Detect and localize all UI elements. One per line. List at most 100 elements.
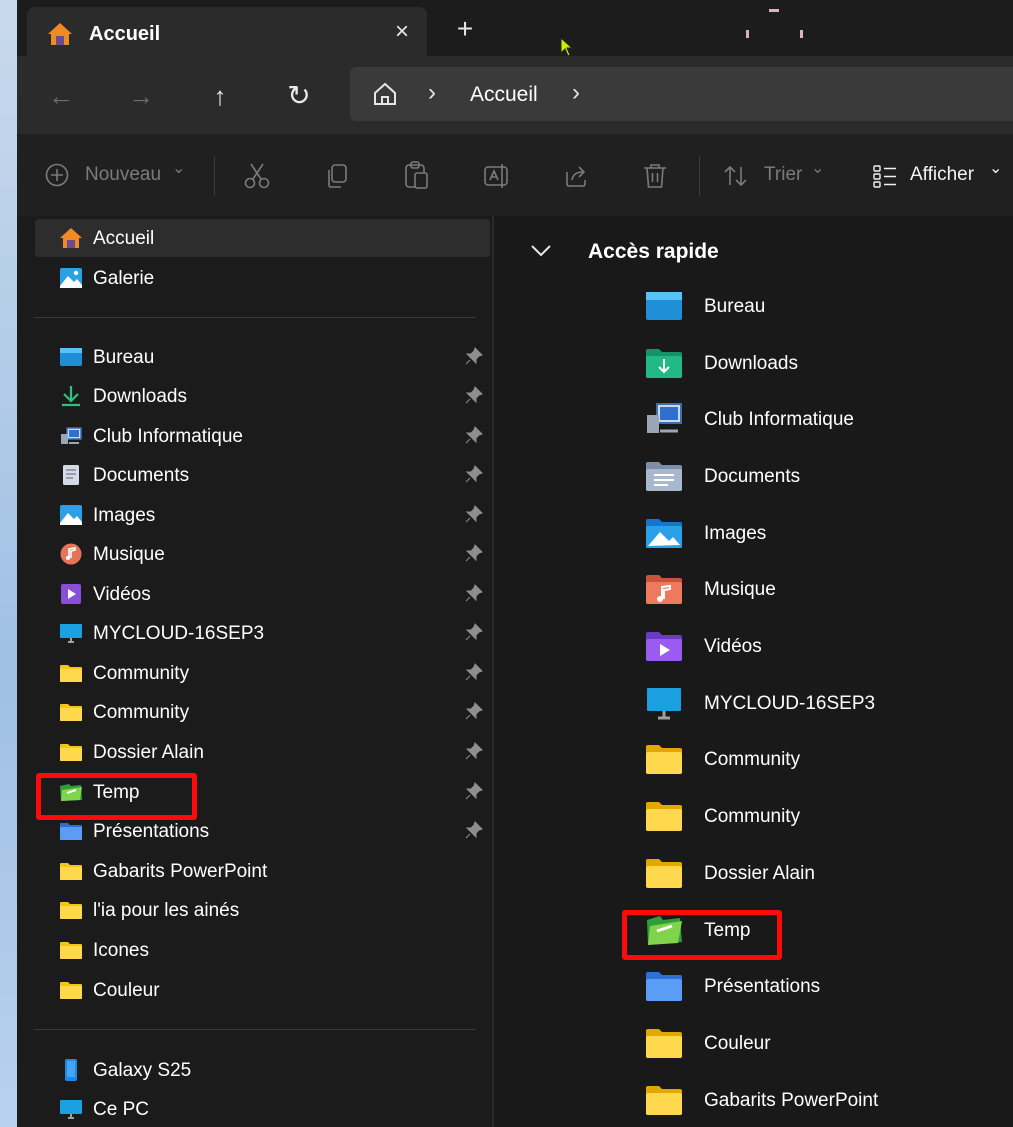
share-icon[interactable] (563, 162, 591, 190)
sidebar-item-ia-pour-les-aines[interactable]: l'ia pour les ainés (35, 891, 490, 929)
file-explorer-window: Accueil × + ← → ↑ ↻ › Accueil › Nouveau … (17, 0, 1013, 1127)
breadcrumb-separator[interactable]: › (428, 79, 436, 107)
list-item-dossier-alain[interactable]: Dossier Alain (634, 847, 994, 899)
pin-icon[interactable] (465, 821, 483, 839)
paste-icon[interactable] (403, 160, 431, 190)
sidebar-item-club-informatique[interactable]: Club Informatique (35, 417, 490, 455)
sidebar-item-images[interactable]: Images (35, 496, 490, 534)
list-item-label: Community (704, 806, 801, 827)
music-folder-icon (646, 575, 682, 604)
quick-access-header[interactable]: Accès rapide (530, 234, 830, 270)
folder-icon (60, 744, 82, 761)
sidebar-item-label: Icones (93, 940, 149, 961)
sidebar-item-bureau[interactable]: Bureau (35, 338, 490, 376)
sidebar-separator (34, 1029, 476, 1030)
list-item-couleur[interactable]: Couleur (634, 1017, 994, 1069)
highlight-box-main-temp (622, 910, 782, 960)
list-item-images[interactable]: Images (634, 507, 994, 559)
back-button[interactable]: ← (41, 76, 81, 116)
sidebar-item-dossier-alain[interactable]: Dossier Alain (35, 733, 490, 771)
forward-button[interactable]: → (121, 76, 161, 116)
address-bar[interactable]: › Accueil › (350, 67, 1013, 121)
pin-icon[interactable] (465, 426, 483, 444)
sidebar-item-gabarits-powerpoint[interactable]: Gabarits PowerPoint (35, 852, 490, 890)
desktop-folder-icon (646, 292, 682, 320)
sidebar-item-community[interactable]: Community (35, 654, 490, 692)
sidebar-item-downloads[interactable]: Downloads (35, 377, 490, 415)
list-item-presentations[interactable]: Présentations (634, 960, 994, 1012)
pin-icon[interactable] (465, 465, 483, 483)
sidebar-item-label: Gabarits PowerPoint (93, 861, 268, 882)
sidebar-item-galerie[interactable]: Galerie (35, 259, 490, 297)
sidebar-item-label: Musique (93, 544, 165, 565)
pin-icon[interactable] (465, 623, 483, 641)
sidebar-item-label: Galaxy S25 (93, 1060, 192, 1081)
network-computer-icon (61, 427, 82, 444)
videos-icon (61, 584, 81, 604)
list-item-gabarits-powerpoint[interactable]: Gabarits PowerPoint (634, 1074, 994, 1126)
new-tab-button[interactable]: + (445, 12, 485, 46)
breadcrumb-separator-end[interactable]: › (572, 79, 580, 107)
copy-icon[interactable] (323, 162, 351, 190)
network-computer-icon (647, 403, 682, 433)
download-icon (62, 386, 80, 407)
list-item-downloads[interactable]: Downloads (634, 337, 994, 389)
sort-button[interactable]: Trier ⌄ (723, 158, 833, 192)
list-item-label: Vidéos (704, 636, 762, 657)
sidebar-item-icones[interactable]: Icones (35, 931, 490, 969)
documents-icon (63, 465, 79, 485)
list-item-label: Dossier Alain (704, 863, 815, 884)
pin-icon[interactable] (465, 505, 483, 523)
sidebar-item-label: Documents (93, 465, 190, 486)
up-button[interactable]: ↑ (200, 76, 240, 116)
pin-icon[interactable] (465, 782, 483, 800)
sidebar-item-community-2[interactable]: Community (35, 693, 490, 731)
sidebar-item-musique[interactable]: Musique (35, 535, 490, 573)
pin-icon[interactable] (465, 386, 483, 404)
sidebar-item-label: Images (93, 505, 156, 526)
tab-accueil[interactable]: Accueil × (27, 7, 427, 56)
pin-icon[interactable] (465, 347, 483, 365)
breadcrumb-accueil[interactable]: Accueil (470, 83, 538, 107)
list-item-musique[interactable]: Musique (634, 563, 994, 615)
pin-icon[interactable] (465, 663, 483, 681)
list-item-community[interactable]: Community (634, 733, 994, 785)
sidebar-item-videos[interactable]: Vidéos (35, 575, 490, 613)
list-item-videos[interactable]: Vidéos (634, 620, 994, 672)
cut-icon[interactable] (243, 162, 271, 190)
list-item-label: Downloads (704, 353, 798, 374)
list-item-mycloud[interactable]: MYCLOUD-16SEP3 (634, 677, 994, 729)
navigation-pane: Accueil Galerie Bureau Downloads Club In… (17, 216, 492, 1127)
rename-icon[interactable] (483, 162, 511, 190)
pin-icon[interactable] (465, 544, 483, 562)
chevron-down-icon: ⌄ (989, 160, 1003, 177)
list-item-bureau[interactable]: Bureau (634, 280, 994, 332)
phone-icon (65, 1059, 77, 1081)
mouse-cursor-icon (560, 37, 574, 57)
pin-icon[interactable] (465, 702, 483, 720)
music-icon (60, 543, 82, 565)
sidebar-item-galaxy-s25[interactable]: Galaxy S25 (35, 1051, 490, 1089)
sidebar-item-documents[interactable]: Documents (35, 456, 490, 494)
list-item-label: Club Informatique (704, 409, 854, 430)
sidebar-item-mycloud[interactable]: MYCLOUD-16SEP3 (35, 614, 490, 652)
folder-icon (60, 665, 82, 682)
pin-icon[interactable] (465, 584, 483, 602)
blue-folder-icon (60, 823, 82, 840)
sidebar-item-accueil[interactable]: Accueil (35, 219, 490, 257)
list-item-documents[interactable]: Documents (634, 450, 994, 502)
close-tab-button[interactable]: × (387, 17, 417, 47)
sidebar-item-couleur[interactable]: Couleur (35, 971, 490, 1009)
sidebar-item-ce-pc[interactable]: Ce PC (35, 1090, 490, 1127)
sidebar-item-label: Ce PC (93, 1099, 149, 1120)
delete-icon[interactable] (641, 162, 669, 190)
navigation-bar: ← → ↑ ↻ › Accueil › (17, 56, 1013, 134)
list-item-community-2[interactable]: Community (634, 790, 994, 842)
refresh-button[interactable]: ↻ (279, 76, 319, 116)
new-button[interactable]: Nouveau ⌄ (45, 158, 195, 192)
pin-icon[interactable] (465, 742, 483, 760)
view-button[interactable]: Afficher ⌄ (872, 158, 1007, 192)
list-item-label: Documents (704, 466, 801, 487)
sidebar-item-label: l'ia pour les ainés (93, 900, 240, 921)
list-item-club-informatique[interactable]: Club Informatique (634, 393, 994, 445)
